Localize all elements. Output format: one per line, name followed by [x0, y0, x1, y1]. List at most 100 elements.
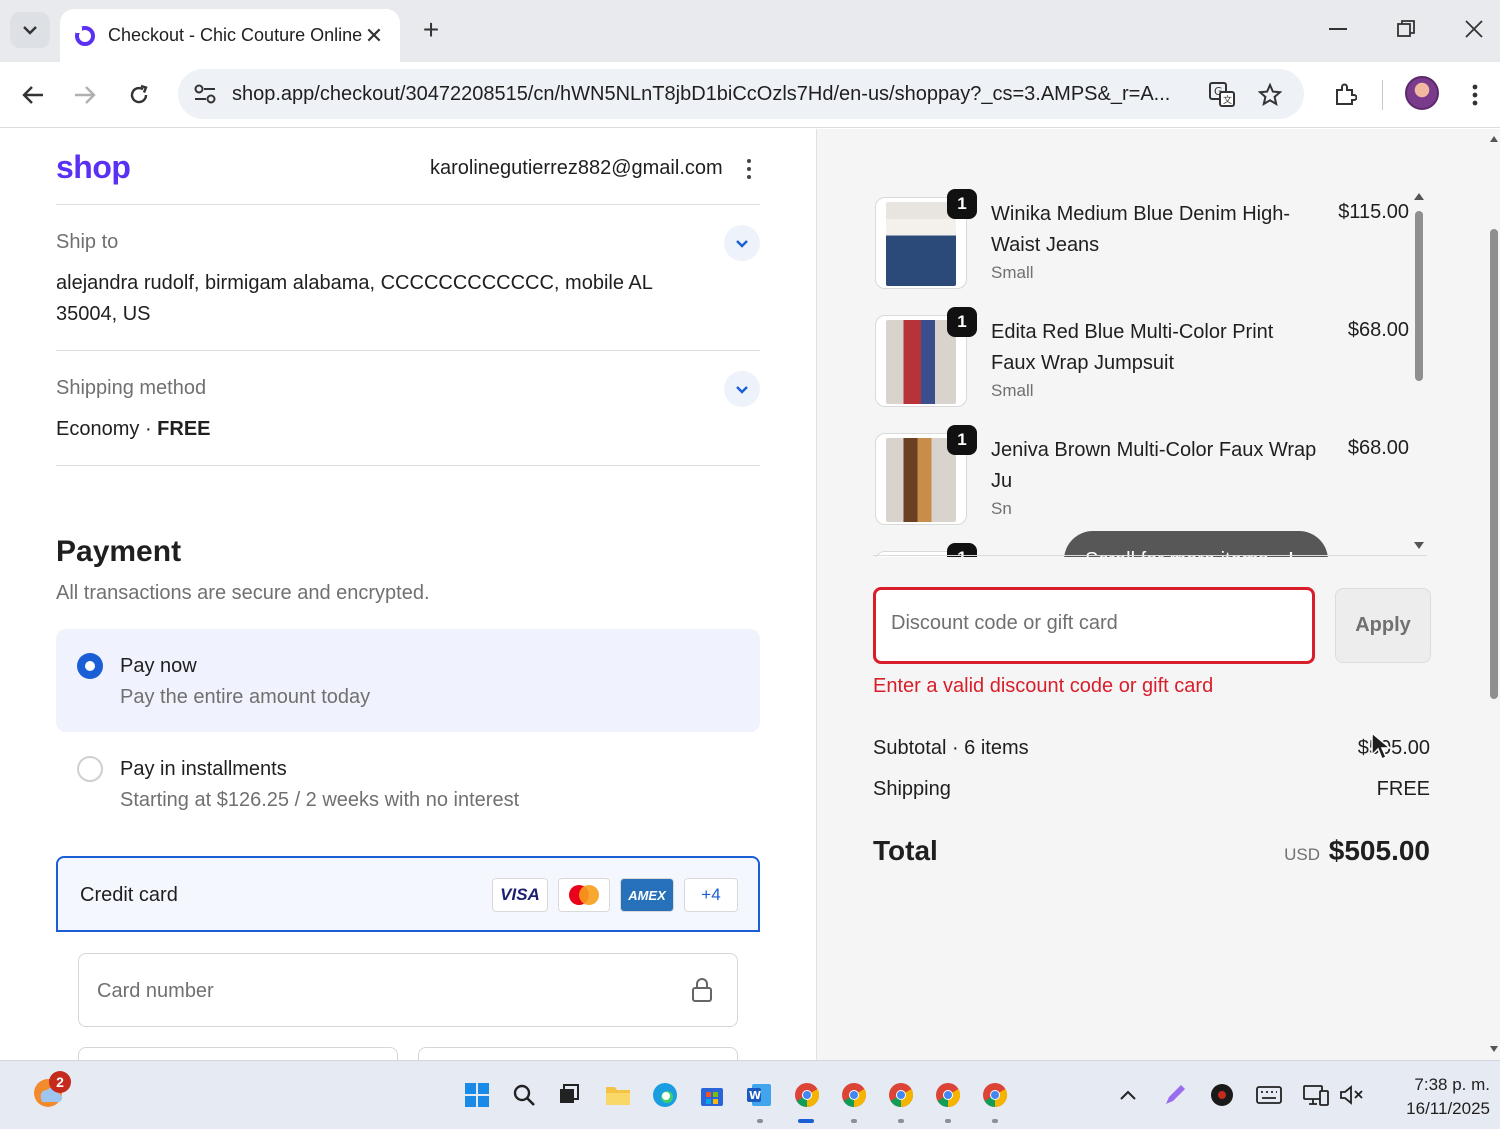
pay-installments-title[interactable]: Pay in installments [120, 758, 287, 781]
page-scrollbar[interactable] [1488, 129, 1500, 1060]
task-view-icon[interactable] [553, 1079, 585, 1111]
url-text: shop.app/checkout/30472208515/cn/hWN5NLn… [232, 82, 1171, 105]
extensions-icon[interactable] [1326, 76, 1364, 114]
shipping-method-value: Economy · FREE [56, 414, 211, 445]
notification-badge: 2 [49, 1071, 71, 1093]
discount-field[interactable] [873, 587, 1315, 664]
divider [56, 204, 760, 205]
shop-favicon-icon [75, 25, 95, 46]
app-tray-icon[interactable] [1206, 1079, 1238, 1111]
scroll-down-arrow-icon [1414, 542, 1424, 549]
chrome-icon[interactable] [791, 1079, 823, 1111]
cart-item: 1 Edita Red Blue Multi-Color Print Faux … [873, 305, 1413, 415]
expiration-date-field[interactable] [78, 1047, 398, 1060]
tab-search-button[interactable] [10, 12, 50, 48]
chrome-profile-icon[interactable] [885, 1079, 917, 1111]
chrome-profile-icon[interactable] [932, 1079, 964, 1111]
clock-time: 7:38 p. m. [1414, 1075, 1490, 1094]
pay-now-radio[interactable] [77, 653, 103, 679]
cart-scrollbar-thumb[interactable] [1415, 211, 1423, 381]
forward-icon[interactable] [66, 76, 104, 114]
translate-icon[interactable]: G文 [1208, 81, 1236, 109]
windows-start-icon[interactable] [461, 1079, 493, 1111]
file-explorer-icon[interactable] [602, 1079, 634, 1111]
divider [56, 350, 760, 351]
minimize-icon[interactable] [1323, 14, 1353, 44]
discount-input[interactable] [891, 612, 1291, 635]
chevron-down-icon [736, 385, 748, 394]
chrome-profile-icon[interactable] [979, 1079, 1011, 1111]
quantity-badge: 1 [947, 189, 977, 219]
page-scrollbar-thumb[interactable] [1490, 229, 1498, 699]
site-info-icon[interactable] [192, 81, 218, 107]
shop-logo[interactable]: shop [56, 149, 131, 186]
restore-icon[interactable] [1391, 14, 1421, 44]
payment-subtitle: All transactions are secure and encrypte… [56, 582, 430, 604]
scroll-up-arrow-icon [1414, 193, 1424, 200]
order-summary: 1 Winika Medium Blue Denim High-Waist Je… [816, 129, 1488, 1060]
pen-icon[interactable] [1159, 1079, 1191, 1111]
more-cards-badge: +4 [684, 878, 738, 912]
address-bar[interactable]: shop.app/checkout/30472208515/cn/hWN5NLn… [178, 69, 1304, 119]
pay-now-subtitle: Pay the entire amount today [120, 686, 371, 708]
reload-icon[interactable] [120, 76, 158, 114]
shipping-method-expand-button[interactable] [724, 371, 760, 407]
back-icon[interactable] [14, 76, 52, 114]
credit-card-option[interactable]: Credit card VISA AMEX +4 [56, 856, 760, 932]
item-name: Winika Medium Blue Denim High-Waist Jean… [991, 203, 1290, 256]
quantity-badge: 1 [947, 307, 977, 337]
close-window-icon[interactable] [1459, 14, 1489, 44]
divider [873, 555, 1427, 556]
apply-button[interactable]: Apply [1335, 588, 1431, 663]
cart-items-list[interactable]: 1 Winika Medium Blue Denim High-Waist Je… [873, 187, 1413, 557]
security-code-field[interactable] [418, 1047, 738, 1060]
new-tab-plus-icon[interactable]: + [416, 16, 446, 44]
item-name: Jeniva Brown Multi-Color Faux Wrap Ju [991, 439, 1317, 492]
tab-close-icon[interactable]: ✕ [362, 23, 386, 49]
item-variant: Small [991, 381, 1034, 400]
cart-item: 1 Winika Medium Blue Denim High-Waist Je… [873, 187, 1413, 297]
ship-to-expand-button[interactable] [724, 225, 760, 261]
cart-scrollbar[interactable] [1411, 189, 1427, 555]
svg-text:W: W [749, 1089, 761, 1102]
shipping-label: Shipping [873, 778, 951, 800]
ship-to-address-line1: alejandra rudolf, birmigam alabama, CCCC… [56, 272, 653, 294]
store-icon[interactable] [696, 1079, 728, 1111]
discount-error-message: Enter a valid discount code or gift card [873, 675, 1214, 697]
volume-muted-icon[interactable] [1336, 1079, 1368, 1111]
star-icon[interactable] [1256, 81, 1284, 109]
profile-avatar[interactable] [1405, 76, 1439, 110]
total-currency: USD [1284, 845, 1320, 864]
cart-item: 1 Jeniva Brown Multi-Color Faux Wrap Ju … [873, 423, 1413, 533]
mouse-cursor-icon [1371, 731, 1393, 761]
subtotal-label: Subtotal · 6 items [873, 737, 1029, 759]
checkout-page: shop karolinegutierrez882@gmail.com Ship… [0, 129, 1500, 1060]
chrome-profile-icon[interactable] [838, 1079, 870, 1111]
active-tab[interactable]: Checkout - Chic Couture Online ✕ [60, 9, 400, 62]
lock-icon [692, 978, 712, 1002]
scroll-for-more-button[interactable]: Scroll for more items [1064, 531, 1328, 557]
shipping-value: FREE [1376, 778, 1430, 800]
edge-browser-icon[interactable] [649, 1079, 681, 1111]
system-clock[interactable]: 7:38 p. m. 16/11/2025 [1380, 1073, 1490, 1121]
keyboard-icon[interactable] [1253, 1079, 1285, 1111]
running-indicator [851, 1119, 857, 1123]
total-label: Total [873, 835, 938, 866]
search-icon[interactable] [508, 1079, 540, 1111]
network-icon[interactable] [1300, 1079, 1332, 1111]
more-icon[interactable] [1456, 76, 1494, 114]
running-indicator [757, 1119, 763, 1123]
windows-taskbar: 2 W 7:38 p. m. 16/11/2025 [0, 1060, 1500, 1129]
card-number-field[interactable]: Card number [78, 953, 738, 1027]
account-menu-icon[interactable] [740, 157, 758, 181]
tab-title: Checkout - Chic Couture Online [108, 25, 362, 45]
show-hidden-icons-chevron-icon[interactable] [1112, 1079, 1144, 1111]
shipping-method-price: FREE [157, 418, 211, 440]
word-icon[interactable]: W [743, 1079, 775, 1111]
pay-installments-radio[interactable] [77, 756, 103, 782]
total-value: $505.00 [1328, 835, 1430, 866]
checkout-main: shop karolinegutierrez882@gmail.com Ship… [0, 129, 816, 1060]
pay-now-option[interactable] [56, 629, 760, 732]
item-variant: Small [991, 263, 1034, 282]
item-price: $115.00 [1338, 201, 1409, 223]
